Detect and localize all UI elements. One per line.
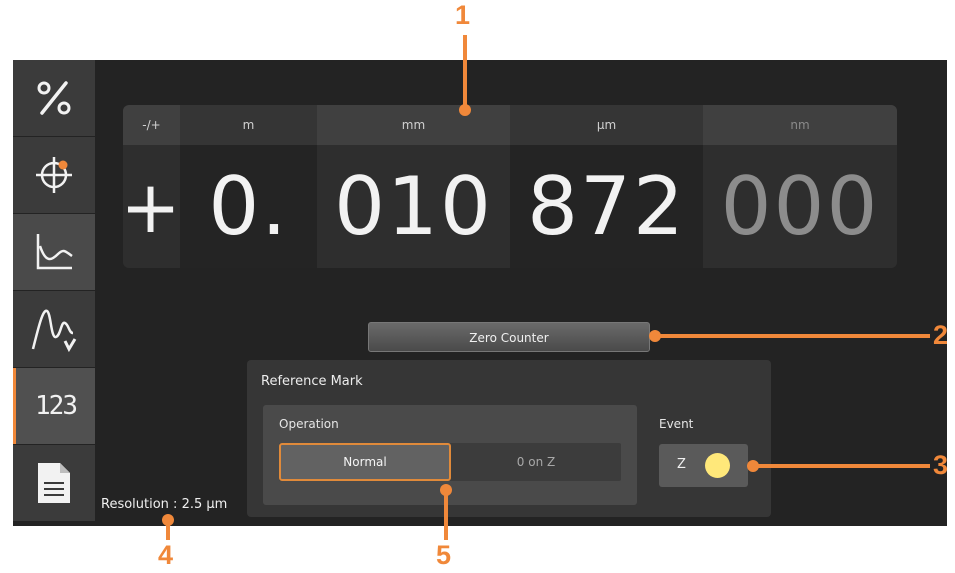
callout-lines <box>162 35 930 540</box>
callout-dot-5 <box>440 484 452 496</box>
callout-number-1: 1 <box>455 0 471 30</box>
callout-number-3: 3 <box>933 450 949 480</box>
callout-dot-1 <box>459 104 471 116</box>
callout-dot-4 <box>162 514 174 526</box>
callout-dot-2 <box>649 330 661 342</box>
callout-number-4: 4 <box>158 540 174 570</box>
callout-number-5: 5 <box>436 540 452 570</box>
callout-dot-3 <box>747 460 759 472</box>
callout-number-2: 2 <box>933 320 949 350</box>
